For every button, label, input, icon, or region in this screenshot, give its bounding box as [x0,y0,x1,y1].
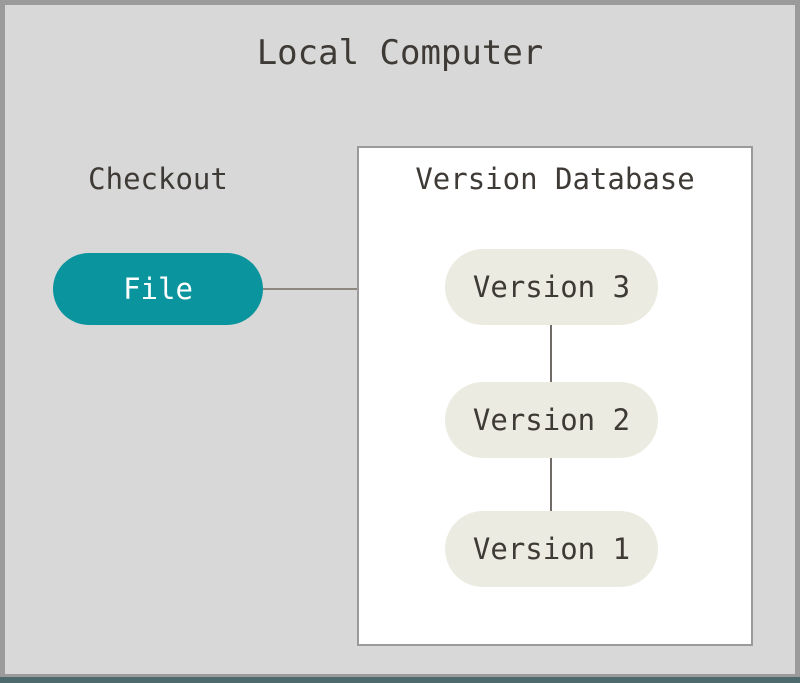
version-2-node: Version 2 [445,382,658,458]
file-node: File [53,253,263,325]
version-3-node: Version 3 [445,249,658,325]
diagram-frame: Local Computer Checkout File Version Dat… [0,0,800,683]
checkout-label: Checkout [53,164,263,196]
version-database-box: Version Database Version 3 Version 2 Ver… [357,146,753,646]
version3-to-version2-connector [550,325,552,382]
version-database-title: Version Database [359,164,751,196]
diagram-title: Local Computer [5,35,795,72]
local-computer-canvas: Local Computer Checkout File Version Dat… [0,0,800,677]
version-1-node: Version 1 [445,511,658,587]
version2-to-version1-connector [550,458,552,511]
